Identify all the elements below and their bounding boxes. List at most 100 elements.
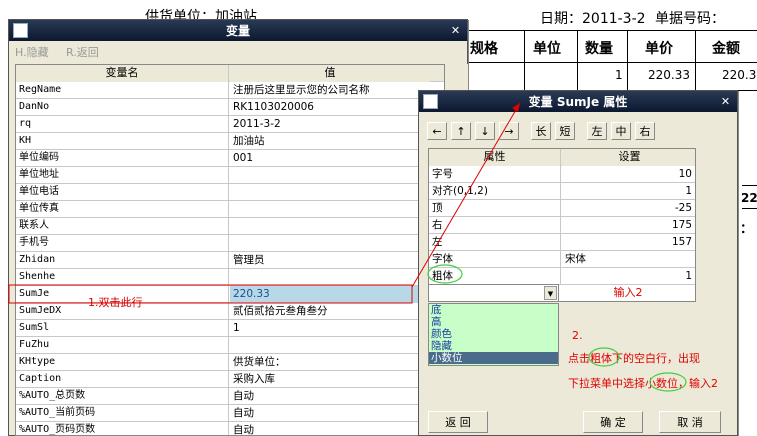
back-link[interactable]: R.返回	[66, 44, 99, 60]
variable-value-cell	[230, 201, 430, 218]
property-name-cell: 左	[429, 234, 561, 251]
variable-value-cell: 管理员	[233, 254, 265, 266]
variable-value-cell	[230, 235, 430, 252]
close-icon[interactable]: ✕	[718, 94, 733, 109]
variable-value-cell	[230, 337, 430, 354]
property-row[interactable]: 字体 宋体	[429, 251, 695, 268]
variable-value-cell	[230, 184, 430, 201]
annotation-step2-line1: 点击粗体下的空白行，出现	[568, 352, 700, 365]
variable-name-cell: KH	[16, 133, 229, 150]
hide-button[interactable]: H.隐藏	[15, 44, 49, 60]
dropdown-option[interactable]: 隐藏	[429, 340, 558, 352]
variable-name-cell: 单位编码	[16, 150, 229, 167]
variable-window-titlebar[interactable]: 变量 ✕	[9, 20, 467, 41]
cancel-button[interactable]: 取 消	[659, 411, 721, 433]
variable-row[interactable]: rq 2011-3-2	[16, 116, 444, 133]
variable-row[interactable]: %AUTO_当前页码 自动	[16, 405, 444, 422]
app-icon	[13, 23, 28, 38]
variable-grid-header: 变量名 值	[16, 65, 444, 82]
partial-value: 22	[741, 191, 757, 205]
property-value-cell: 157	[671, 236, 692, 248]
dropdown-option[interactable]: 高	[429, 316, 558, 328]
variable-row[interactable]: Zhidan 管理员	[16, 252, 444, 269]
input-2-label: 输入2	[613, 286, 643, 299]
variable-row[interactable]: 手机号	[16, 235, 444, 252]
property-row[interactable]: 对齐(0,1,2) 1	[429, 183, 695, 200]
property-grid-header: 属性 设置	[429, 149, 695, 166]
property-window-titlebar[interactable]: 变量 SumJe 属性 ✕	[419, 91, 737, 112]
property-value-cell: 1	[685, 270, 692, 282]
align-center-button[interactable]: 中	[611, 122, 631, 140]
variable-value-cell: 001	[233, 152, 254, 164]
variable-row[interactable]: KHtype 供货单位：	[16, 354, 444, 371]
variable-name-cell: RegName	[16, 82, 229, 99]
variable-row[interactable]: 联系人	[16, 218, 444, 235]
variable-name-cell: KHtype	[16, 354, 229, 371]
dropdown-option[interactable]: 小数位	[429, 352, 558, 364]
row-qty: 1	[615, 68, 623, 82]
header-spec: 规格	[470, 41, 498, 57]
annotation-step2-line2: 下拉菜单中选择小数位，输入2	[568, 377, 718, 390]
property-row[interactable]: 字号 10	[429, 166, 695, 183]
property-value-cell: 175	[671, 219, 692, 231]
annotation-step2-number: 2.	[572, 329, 583, 342]
dropdown-option[interactable]: 底	[429, 304, 558, 316]
variable-name-cell: Shenhe	[16, 269, 229, 286]
variable-row[interactable]: 单位编码 001	[16, 150, 444, 167]
col-header-prop: 属性	[429, 149, 561, 166]
move-down-button[interactable]: ↓	[475, 122, 495, 140]
variable-row[interactable]: SumSl 1	[16, 320, 444, 337]
variable-name-cell: 单位传真	[16, 201, 229, 218]
variable-row[interactable]: 单位电话	[16, 184, 444, 201]
variable-row[interactable]: RegName 注册后这里显示您的公司名称	[16, 82, 444, 99]
variable-name-cell: 手机号	[16, 235, 229, 252]
property-name-cell: 字号	[429, 166, 561, 183]
close-icon[interactable]: ✕	[448, 23, 463, 38]
variable-name-cell: %AUTO_总页数	[16, 388, 229, 405]
chevron-down-icon[interactable]: ▼	[544, 286, 557, 300]
variable-name-cell: FuZhu	[16, 337, 229, 354]
property-row[interactable]: 粗体 1	[429, 268, 695, 285]
variable-name-cell: Caption	[16, 371, 229, 388]
variable-row[interactable]: %AUTO_总页数 自动	[16, 388, 444, 405]
variable-name-cell: SumSl	[16, 320, 229, 337]
app-icon	[423, 94, 438, 109]
variable-name-cell: 单位电话	[16, 184, 229, 201]
variable-row[interactable]: SumJeDX 贰佰贰拾元叁角叁分	[16, 303, 444, 320]
property-name-cell: 顶	[429, 200, 561, 217]
longer-button[interactable]: 长	[531, 122, 551, 140]
property-name-cell: 右	[429, 217, 561, 234]
header-unit: 单位	[533, 41, 561, 57]
move-right-button[interactable]: →	[499, 122, 519, 140]
variable-row[interactable]: DanNo RK1103020006	[16, 99, 444, 116]
header-amount: 金额	[712, 41, 740, 57]
blank-row-dropdown[interactable]: ▼	[428, 284, 559, 302]
variable-row[interactable]: 单位传真	[16, 201, 444, 218]
property-row[interactable]: 左 157	[429, 234, 695, 251]
dropdown-option[interactable]: 颜色	[429, 328, 558, 340]
variable-value-cell: 采购入库	[233, 373, 275, 385]
property-grid: 属性 设置 字号 10 对齐(0,1,2) 1 顶 -25 右 175 左 157 字体 宋体 粗体 1	[428, 148, 696, 302]
property-row[interactable]: 顶 -25	[429, 200, 695, 217]
property-row[interactable]: 右 175	[429, 217, 695, 234]
date-label: 日期：2011-3-2	[540, 11, 646, 27]
property-value-cell: 宋体	[565, 253, 586, 265]
variable-row[interactable]: %AUTO_页码页数 自动	[16, 422, 444, 435]
variable-row[interactable]: 单位地址	[16, 167, 444, 184]
back-button[interactable]: 返 回	[428, 411, 488, 433]
dropdown-list[interactable]: 底高颜色 隐藏 小数位	[428, 303, 559, 366]
col-header-value: 值	[230, 65, 430, 82]
move-left-button[interactable]: ←	[427, 122, 447, 140]
variable-name-cell: %AUTO_页码页数	[16, 422, 229, 435]
move-up-button[interactable]: ↑	[451, 122, 471, 140]
variable-row[interactable]: KH 加油站	[16, 133, 444, 150]
variable-row[interactable]: SumJe 220.33	[16, 286, 444, 303]
align-left-button[interactable]: 左	[587, 122, 607, 140]
shorter-button[interactable]: 短	[555, 122, 575, 140]
align-right-button[interactable]: 右	[635, 122, 655, 140]
variable-row[interactable]: Shenhe	[16, 269, 444, 286]
variable-row[interactable]: FuZhu	[16, 337, 444, 354]
ok-button[interactable]: 确 定	[583, 411, 643, 433]
variable-row[interactable]: Caption 采购入库	[16, 371, 444, 388]
header-qty: 数量	[585, 41, 613, 57]
